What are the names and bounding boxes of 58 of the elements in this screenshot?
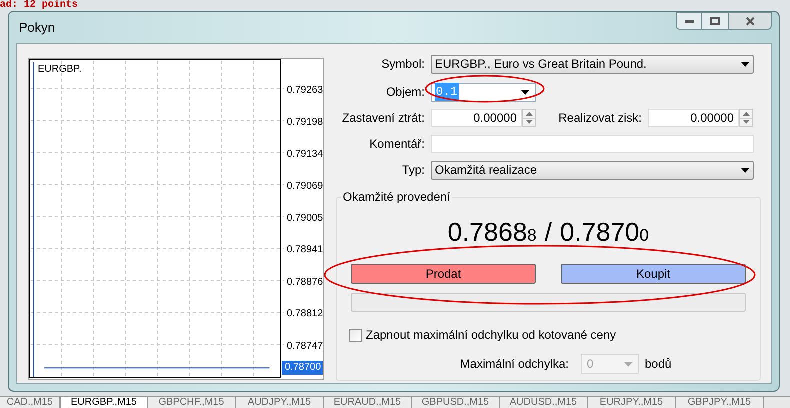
axis-label: 0.78876 xyxy=(287,276,323,288)
axis-label: 0.79134 xyxy=(287,148,323,160)
spin-buttons[interactable] xyxy=(739,109,753,127)
ask-price: 0.78700 xyxy=(560,217,650,249)
unit-label: bodů xyxy=(644,356,672,373)
caret-icon xyxy=(741,168,750,172)
spin-buttons[interactable] xyxy=(522,109,536,127)
symbol-tab[interactable]: GBPJPY.,M15 xyxy=(676,397,764,408)
price-separator: / xyxy=(544,217,552,247)
axis-label: 0.78747 xyxy=(287,340,323,352)
max-deviation-label: Maximální odchylka: xyxy=(460,356,570,373)
stop-loss-label: Zastavení ztrát: xyxy=(342,111,425,125)
down-arrow-icon xyxy=(526,120,532,124)
bid-price: 0.78688 xyxy=(448,217,537,249)
price-tag: 0.78700 xyxy=(282,361,323,376)
up-arrow-icon xyxy=(742,112,750,116)
symbol-tab[interactable]: AUDUSD.,M15 xyxy=(500,397,588,408)
symbol-tab[interactable]: AUDJPY.,M15 xyxy=(236,397,324,408)
stop-loss-field[interactable]: 0.00000 xyxy=(431,109,522,127)
buy-button[interactable]: Koupit xyxy=(561,264,746,284)
symbol-select[interactable]: EURGBP., Euro vs Great Britain Pound. xyxy=(431,54,754,74)
checkbox[interactable] xyxy=(349,328,362,342)
down-arrow-icon xyxy=(742,120,750,124)
chart-info-text: ad: 12 points xyxy=(0,0,78,11)
chart-symbol: EURGBP. xyxy=(38,64,82,75)
sell-button[interactable]: Prodat xyxy=(351,264,536,284)
axis-label: 0.79005 xyxy=(287,212,323,224)
caret-icon xyxy=(521,90,530,94)
type-select[interactable]: Okamžitá realizace xyxy=(431,160,754,180)
symbol-tab[interactable]: EURJPY.,M15 xyxy=(588,397,676,408)
symbol-tab[interactable]: GBPUSD.,M15 xyxy=(412,397,500,408)
axis-label: 0.78812 xyxy=(287,308,323,320)
close-button[interactable] xyxy=(728,12,772,30)
minimize-button[interactable] xyxy=(676,12,702,30)
symbol-tab[interactable]: EURAUD.,M15 xyxy=(324,397,412,408)
volume-select[interactable]: 0.1 xyxy=(431,82,536,102)
symbol-label: Symbol: xyxy=(382,57,425,71)
up-arrow-icon xyxy=(526,112,532,116)
take-profit-field[interactable]: 0.00000 xyxy=(648,109,739,127)
window-title: Pokyn xyxy=(19,18,56,37)
volume-label: Objem: xyxy=(386,85,425,99)
comment-label: Komentář: xyxy=(370,137,425,151)
symbol-tab[interactable]: CAD.,M15 xyxy=(0,397,60,408)
symbol-tab[interactable]: EURGBP.,M15 xyxy=(60,397,148,408)
take-profit-label: Realizovat zisk: xyxy=(558,111,642,125)
axis-label: 0.78941 xyxy=(287,244,323,256)
close-icon xyxy=(746,16,754,26)
comment-field[interactable] xyxy=(431,135,754,153)
maximize-button[interactable] xyxy=(702,12,728,30)
axis-label: 0.79198 xyxy=(287,117,323,128)
type-label: Typ: xyxy=(402,163,425,177)
checkbox-label: Zapnout maximální odchylku od kotované ceny xyxy=(366,327,616,344)
group-title: Okamžité provedení xyxy=(341,189,452,205)
caret-icon xyxy=(741,62,750,66)
axis-label: 0.79069 xyxy=(287,181,323,192)
symbol-tab[interactable]: GBPCHF.,M15 xyxy=(148,397,236,408)
caret-icon xyxy=(624,362,633,366)
axis-label: 0.79263 xyxy=(287,84,323,96)
